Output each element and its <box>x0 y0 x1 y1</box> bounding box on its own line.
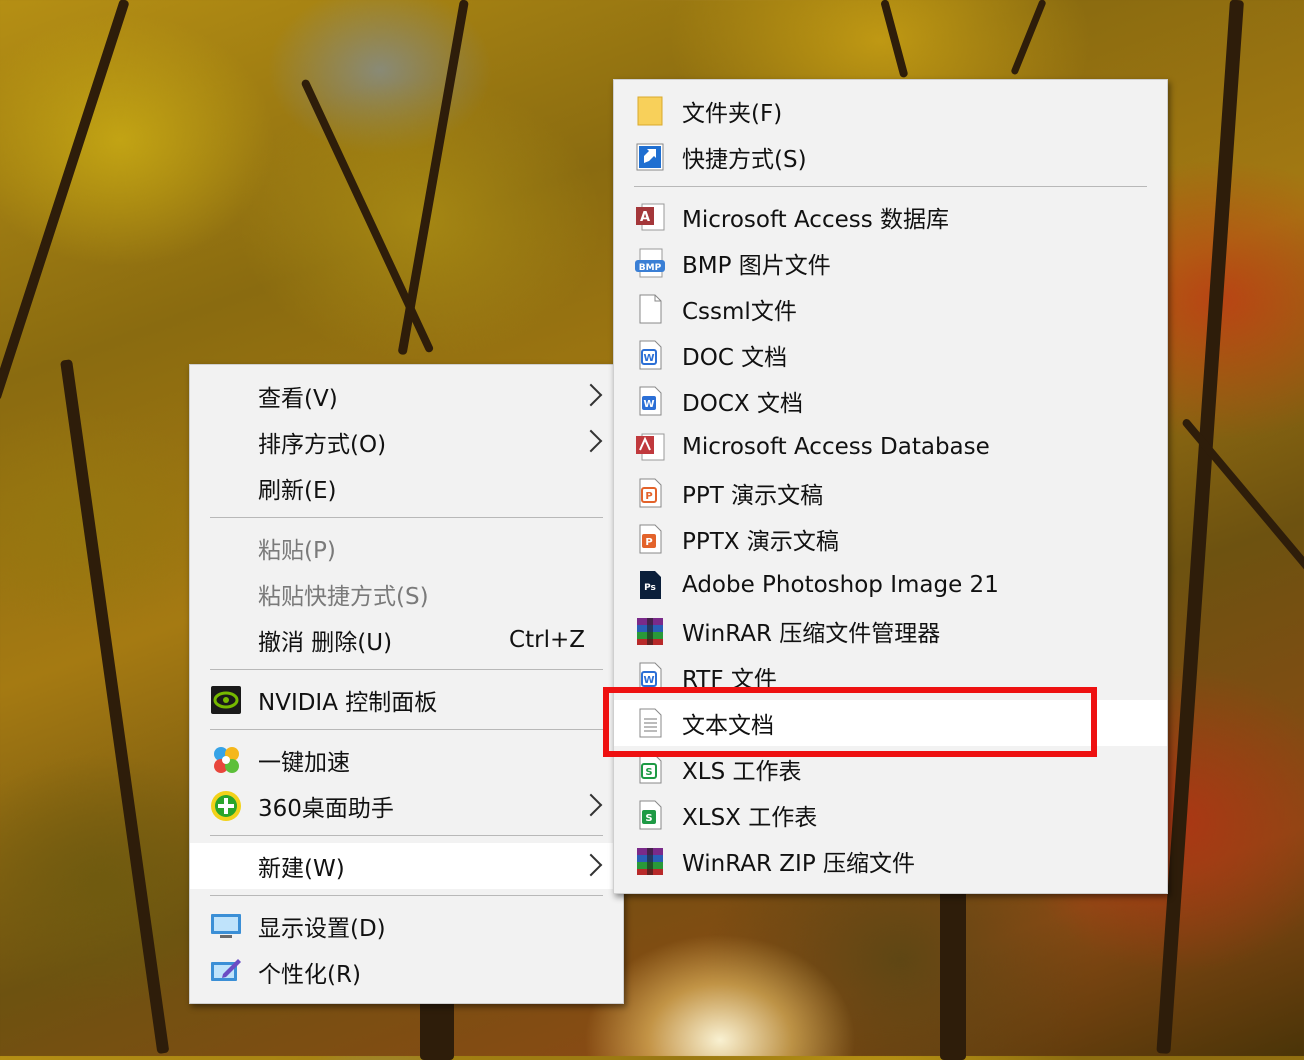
submenu-item-cssml[interactable]: Cssml文件 <box>614 286 1167 332</box>
menu-item-label: Adobe Photoshop Image 21 <box>682 572 999 598</box>
menu-item-view[interactable]: 查看(V) <box>190 373 623 419</box>
svg-text:BMP: BMP <box>639 263 662 273</box>
menu-item-label: WinRAR 压缩文件管理器 <box>682 621 941 647</box>
menu-item-label: XLS 工作表 <box>682 759 802 785</box>
menu-separator <box>210 729 603 730</box>
submenu-item-ppt[interactable]: P PPT 演示文稿 <box>614 470 1167 516</box>
speedup-icon <box>210 744 242 776</box>
xlsx-icon: S <box>634 799 666 831</box>
menu-item-label: 快捷方式(S) <box>682 147 807 173</box>
winrar-icon <box>634 615 666 647</box>
submenu-item-photoshop[interactable]: Ps Adobe Photoshop Image 21 <box>614 562 1167 608</box>
menu-item-personalize[interactable]: 个性化(R) <box>190 949 623 995</box>
shortcut-icon <box>634 141 666 173</box>
submenu-item-folder[interactable]: 文件夹(F) <box>614 88 1167 134</box>
menu-item-label: 文件夹(F) <box>682 101 783 127</box>
submenu-item-shortcut[interactable]: 快捷方式(S) <box>614 134 1167 180</box>
folder-icon <box>634 95 666 127</box>
svg-text:W: W <box>643 353 654 364</box>
access-database-icon <box>634 431 666 463</box>
menu-item-label: WinRAR ZIP 压缩文件 <box>682 851 915 877</box>
360-desktop-icon <box>210 790 242 822</box>
submenu-item-xlsx[interactable]: S XLSX 工作表 <box>614 792 1167 838</box>
menu-item-label: BMP 图片文件 <box>682 253 831 279</box>
svg-text:W: W <box>643 675 654 686</box>
menu-item-refresh[interactable]: 刷新(E) <box>190 465 623 511</box>
svg-text:P: P <box>645 537 652 548</box>
menu-item-label: DOC 文档 <box>682 345 788 371</box>
menu-item-new[interactable]: 新建(W) <box>190 843 623 889</box>
personalize-icon <box>210 956 242 988</box>
new-submenu: 文件夹(F) 快捷方式(S) A Microsoft Access 数据库 BM… <box>613 79 1168 894</box>
menu-item-paste: 粘贴(P) <box>190 525 623 571</box>
winrar-zip-icon <box>634 845 666 877</box>
menu-item-label: 粘贴(P) <box>258 538 336 564</box>
annotation-highlight-box <box>603 687 1097 757</box>
menu-item-nvidia-control-panel[interactable]: NVIDIA 控制面板 <box>190 677 623 723</box>
menu-item-label: PPTX 演示文稿 <box>682 529 839 555</box>
desktop-context-menu: 查看(V) 排序方式(O) 刷新(E) 粘贴(P) 粘贴快捷方式(S) 撤消 删… <box>189 364 624 1004</box>
menu-item-label: 显示设置(D) <box>258 916 386 942</box>
submenu-item-bmp[interactable]: BMP BMP 图片文件 <box>614 240 1167 286</box>
menu-item-label: Microsoft Access Database <box>682 434 990 460</box>
submenu-item-pptx[interactable]: P PPTX 演示文稿 <box>614 516 1167 562</box>
menu-item-label: DOCX 文档 <box>682 391 803 417</box>
menu-item-label: 一键加速 <box>258 750 350 776</box>
menu-item-label: 个性化(R) <box>258 962 361 988</box>
menu-item-speedup[interactable]: 一键加速 <box>190 737 623 783</box>
submenu-item-winrar[interactable]: WinRAR 压缩文件管理器 <box>614 608 1167 654</box>
svg-text:W: W <box>643 399 654 410</box>
chevron-right-icon <box>579 429 603 453</box>
menu-separator <box>210 517 603 518</box>
display-settings-icon <box>210 910 242 942</box>
menu-item-label: PPT 演示文稿 <box>682 483 824 509</box>
shortcut-label: Ctrl+Z <box>509 627 585 653</box>
menu-item-label: 粘贴快捷方式(S) <box>258 584 429 610</box>
ppt-icon: P <box>634 477 666 509</box>
menu-item-label: 刷新(E) <box>258 478 337 504</box>
nvidia-icon <box>210 684 242 716</box>
pptx-icon: P <box>634 523 666 555</box>
docx-icon: W <box>634 385 666 417</box>
access-db-icon: A <box>634 201 666 233</box>
menu-item-label: Cssml文件 <box>682 299 797 325</box>
chevron-right-icon <box>579 383 603 407</box>
menu-item-label: Microsoft Access 数据库 <box>682 207 950 233</box>
svg-text:S: S <box>645 813 652 824</box>
menu-separator <box>634 186 1147 187</box>
menu-item-label: 撤消 删除(U) <box>258 630 393 656</box>
submenu-item-doc[interactable]: W DOC 文档 <box>614 332 1167 378</box>
menu-separator <box>210 835 603 836</box>
menu-item-paste-shortcut: 粘贴快捷方式(S) <box>190 571 623 617</box>
blank-file-icon <box>634 293 666 325</box>
svg-text:A: A <box>640 210 650 225</box>
menu-item-label: 排序方式(O) <box>258 432 387 458</box>
menu-item-label: NVIDIA 控制面板 <box>258 690 438 716</box>
menu-separator <box>210 895 603 896</box>
submenu-item-docx[interactable]: W DOCX 文档 <box>614 378 1167 424</box>
submenu-item-access-db-cn[interactable]: A Microsoft Access 数据库 <box>614 194 1167 240</box>
submenu-item-winrar-zip[interactable]: WinRAR ZIP 压缩文件 <box>614 838 1167 884</box>
menu-separator <box>210 669 603 670</box>
menu-item-360-desktop-assistant[interactable]: 360桌面助手 <box>190 783 623 829</box>
menu-item-label: XLSX 工作表 <box>682 805 818 831</box>
menu-item-sort-by[interactable]: 排序方式(O) <box>190 419 623 465</box>
doc-icon: W <box>634 339 666 371</box>
svg-text:P: P <box>645 491 652 502</box>
photoshop-icon: Ps <box>634 569 666 601</box>
menu-item-label: 新建(W) <box>258 856 345 882</box>
menu-item-display-settings[interactable]: 显示设置(D) <box>190 903 623 949</box>
menu-item-label: 360桌面助手 <box>258 796 394 822</box>
menu-item-label: 查看(V) <box>258 386 338 412</box>
svg-text:S: S <box>645 767 652 778</box>
chevron-right-icon <box>579 793 603 817</box>
svg-text:Ps: Ps <box>644 583 656 593</box>
menu-item-undo-delete[interactable]: 撤消 删除(U) Ctrl+Z <box>190 617 623 663</box>
chevron-right-icon <box>579 853 603 877</box>
xls-icon: S <box>634 753 666 785</box>
submenu-item-access-database[interactable]: Microsoft Access Database <box>614 424 1167 470</box>
bmp-icon: BMP <box>634 247 666 279</box>
